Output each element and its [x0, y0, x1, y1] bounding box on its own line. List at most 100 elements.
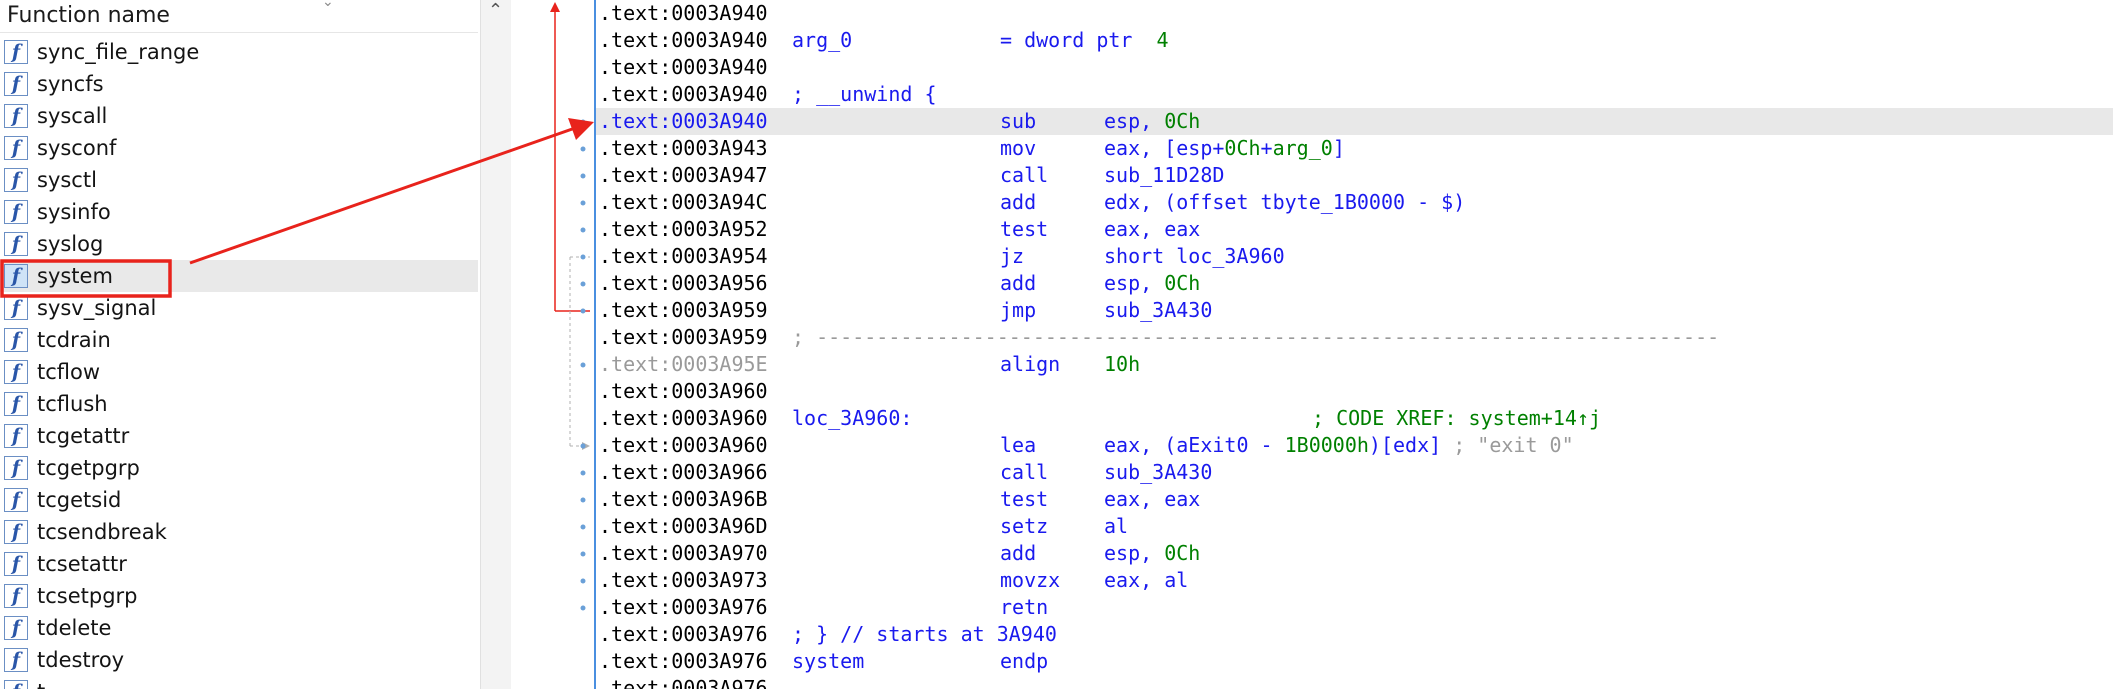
disasm-line[interactable]: .text:0003A940 ; __unwind { [596, 81, 2113, 108]
disasm-line[interactable]: .text:0003A95E align 10h [596, 351, 2113, 378]
address: .text:0003A976 [599, 622, 768, 646]
address: .text:0003A960 [599, 406, 768, 430]
disasm-line[interactable]: .text:0003A976 system endp [596, 648, 2113, 675]
disasm-line[interactable]: .text:0003A940 [596, 54, 2113, 81]
function-list-item[interactable]: f syscall [0, 100, 478, 132]
function-icon: f [4, 40, 28, 64]
function-list-item[interactable]: f syncfs [0, 68, 478, 100]
instruction-mnemonic: jz [1000, 244, 1025, 268]
address: .text:0003A976 [599, 595, 768, 619]
function-list-item[interactable]: f tcflow [0, 356, 478, 388]
function-list-item[interactable]: f tcdrain [0, 324, 478, 356]
function-list-item[interactable]: f sysv_signal [0, 292, 478, 324]
address: .text:0003A970 [599, 541, 768, 565]
disasm-line[interactable]: .text:0003A956 add esp, 0Ch [596, 270, 2113, 297]
function-name-label: tcflow [37, 360, 101, 384]
instruction-mnemonic: add [1000, 190, 1037, 214]
address: .text:0003A959 [599, 325, 768, 349]
function-list-header[interactable]: Function name ⌄ [0, 0, 478, 33]
disasm-line[interactable]: .text:0003A952 test eax, eax [596, 216, 2113, 243]
disasm-line[interactable]: .text:0003A976 ; } // starts at 3A940 [596, 621, 2113, 648]
function-name-label: tcsetpgrp [37, 584, 138, 608]
instruction-operands: eax, eax [1104, 217, 1201, 241]
disasm-line[interactable]: .text:0003A973 movzx eax, al [596, 567, 2113, 594]
disasm-line[interactable]: .text:0003A960 [596, 378, 2113, 405]
function-name-label: sysv_signal [37, 296, 157, 320]
function-icon: f [4, 648, 28, 672]
separator-line: ; --------------------------------------… [792, 325, 1720, 349]
function-list-item[interactable]: f tdelete [0, 612, 478, 644]
comment-label: ; } // starts at 3A940 [792, 622, 1057, 646]
comment-label: ; __unwind { [792, 82, 937, 106]
disasm-line[interactable]: .text:0003A94C add edx, (offset tbyte_1B00… [596, 189, 2113, 216]
disasm-line[interactable]: .text:0003A947 call sub_11D28D [596, 162, 2113, 189]
function-name-label: tdestroy [37, 648, 125, 672]
instruction-operands: sub_11D28D [1104, 163, 1225, 187]
function-name-column-header[interactable]: Function name [7, 0, 170, 32]
disasm-line[interactable]: .text:0003A959 jmp sub_3A430 [596, 297, 2113, 324]
disasm-line[interactable]: .text:0003A96D setz al [596, 513, 2113, 540]
disasm-line[interactable]: .text:0003A940 arg_0 = dword ptr 4 [596, 27, 2113, 54]
disasm-line[interactable]: .text:0003A970 add esp, 0Ch [596, 540, 2113, 567]
function-name-label: t [37, 676, 45, 689]
instruction-operands: eax, [esp+0Ch+arg_0] [1104, 136, 1345, 160]
function-list-item[interactable]: f tdestroy [0, 644, 478, 676]
disasm-line[interactable]: .text:0003A959 ; ------------------------… [596, 324, 2113, 351]
function-icon: f [4, 488, 28, 512]
address: .text:0003A94C [599, 190, 768, 214]
function-list-item[interactable]: f sync_file_range [0, 36, 478, 68]
address: .text:0003A976 [599, 676, 768, 689]
function-list-item[interactable]: f syslog [0, 228, 478, 260]
disasm-line[interactable]: .text:0003A976 retn [596, 594, 2113, 621]
disassembly-view[interactable]: .text:0003A940 .text:0003A940 arg_0 = dword… [594, 0, 2113, 689]
address: .text:0003A95E [599, 352, 768, 376]
function-icon: f [4, 296, 28, 320]
function-list-item[interactable]: f sysconf [0, 132, 478, 164]
function-list-item[interactable]: f system [0, 260, 478, 292]
instruction-mnemonic: sub [1000, 109, 1037, 133]
stack-var-type: = dword ptr [1000, 28, 1133, 52]
function-list-item[interactable]: f tcgetpgrp [0, 452, 478, 484]
disasm-line[interactable]: .text:0003A940 [596, 0, 2113, 27]
scroll-up-arrow-icon[interactable]: ⌃ [488, 0, 503, 21]
disasm-line[interactable]: .text:0003A960 loc_3A960: ; CODE XREF: sys… [596, 405, 2113, 432]
function-list-item[interactable]: f tcsetpgrp [0, 580, 478, 612]
function-name-label: tcflush [37, 392, 108, 416]
function-name-label: sync_file_range [37, 40, 200, 64]
address: .text:0003A96B [599, 487, 768, 511]
function-icon: f [4, 392, 28, 416]
function-list-item[interactable]: f sysinfo [0, 196, 478, 228]
disasm-line[interactable]: .text:0003A940 sub esp, 0Ch [596, 108, 2113, 135]
address: .text:0003A960 [599, 379, 768, 403]
instruction-operands: eax, al [1104, 568, 1189, 592]
function-list-item[interactable]: f tcsendbreak [0, 516, 478, 548]
function-icon: f [4, 136, 28, 160]
function-list-scrollbar[interactable]: ⌃ [480, 0, 512, 689]
function-list-item[interactable]: f sysctl [0, 164, 478, 196]
function-name-label: tcsetattr [37, 552, 127, 576]
instruction-operands: sub_3A430 [1104, 460, 1213, 484]
function-icon: f [4, 168, 28, 192]
disasm-line[interactable]: .text:0003A960 lea eax, (aExit0 - 1B0000h)… [596, 432, 2113, 459]
code-xref-comment: ; CODE XREF: system+14↑j [1312, 406, 1601, 430]
disasm-line[interactable]: .text:0003A954 jz short loc_3A960 [596, 243, 2113, 270]
address: .text:0003A954 [599, 244, 768, 268]
instruction-operands: 10h [1104, 352, 1141, 376]
disasm-line[interactable]: .text:0003A976 [596, 675, 2113, 689]
function-name-label: system [37, 264, 113, 288]
function-list-item[interactable]: ft [0, 676, 478, 689]
function-icon: f [4, 200, 28, 224]
disasm-line[interactable]: .text:0003A966 call sub_3A430 [596, 459, 2113, 486]
function-name-label: tcdrain [37, 328, 111, 352]
function-icon: f [4, 360, 28, 384]
function-list-item[interactable]: f tcflush [0, 388, 478, 420]
code-label: loc_3A960: [792, 406, 913, 430]
disasm-line[interactable]: .text:0003A943 mov eax, [esp+0Ch+arg_0] [596, 135, 2113, 162]
function-list-item[interactable]: f tcgetsid [0, 484, 478, 516]
function-icon: f [4, 456, 28, 480]
disasm-line[interactable]: .text:0003A96B test eax, eax [596, 486, 2113, 513]
instruction-operands: short loc_3A960 [1104, 244, 1285, 268]
function-list-item[interactable]: f tcsetattr [0, 548, 478, 580]
function-list-item[interactable]: f tcgetattr [0, 420, 478, 452]
instruction-operands: edx, (offset tbyte_1B0000 - $) [1104, 190, 1466, 214]
